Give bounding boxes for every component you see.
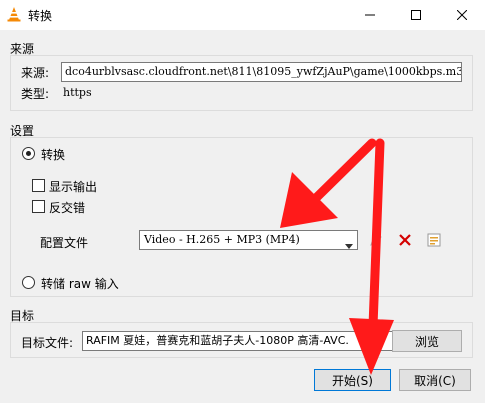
type-label: 类型: [21,87,50,101]
window-title: 转换 [28,9,53,23]
deinterlace-checkbox[interactable] [32,200,45,213]
show-output-checkbox[interactable] [32,179,45,192]
vlc-cone-icon [6,6,22,22]
show-output-label: 显示输出 [49,180,98,194]
close-button[interactable] [439,0,485,30]
dump-raw-label: 转储 raw 输入 [41,277,119,291]
chevron-down-icon [345,237,353,249]
start-button[interactable]: 开始(S) [314,369,391,391]
type-value: https [63,86,92,99]
edit-profile-icon[interactable] [365,229,387,251]
convert-radio[interactable] [22,147,35,160]
profile-selected-value: Video - H.265 + MP3 (MP4) [144,233,300,246]
dump-raw-radio[interactable] [22,276,35,289]
profile-select[interactable]: Video - H.265 + MP3 (MP4) [139,230,358,250]
source-label: 来源: [21,66,50,80]
delete-profile-icon[interactable] [394,229,416,251]
source-field[interactable]: dco4urblvsasc.cloudfront.net\811\81095_y… [61,62,462,82]
settings-group [10,137,473,297]
minimize-button[interactable] [347,0,393,30]
convert-label: 转换 [41,148,66,162]
target-file-field[interactable]: RAFIM 夏娃，普赛克和蓝胡子夫人-1080P 高清-AVC. [82,331,400,351]
target-file-label: 目标文件: [21,336,74,350]
new-profile-icon[interactable] [423,229,445,251]
deinterlace-label: 反交错 [49,201,86,215]
cancel-button[interactable]: 取消(C) [399,369,471,391]
maximize-button[interactable] [393,0,439,30]
profile-label: 配置文件 [40,236,89,250]
title-bar: 转换 [0,0,485,30]
browse-button[interactable]: 浏览 [392,330,462,352]
